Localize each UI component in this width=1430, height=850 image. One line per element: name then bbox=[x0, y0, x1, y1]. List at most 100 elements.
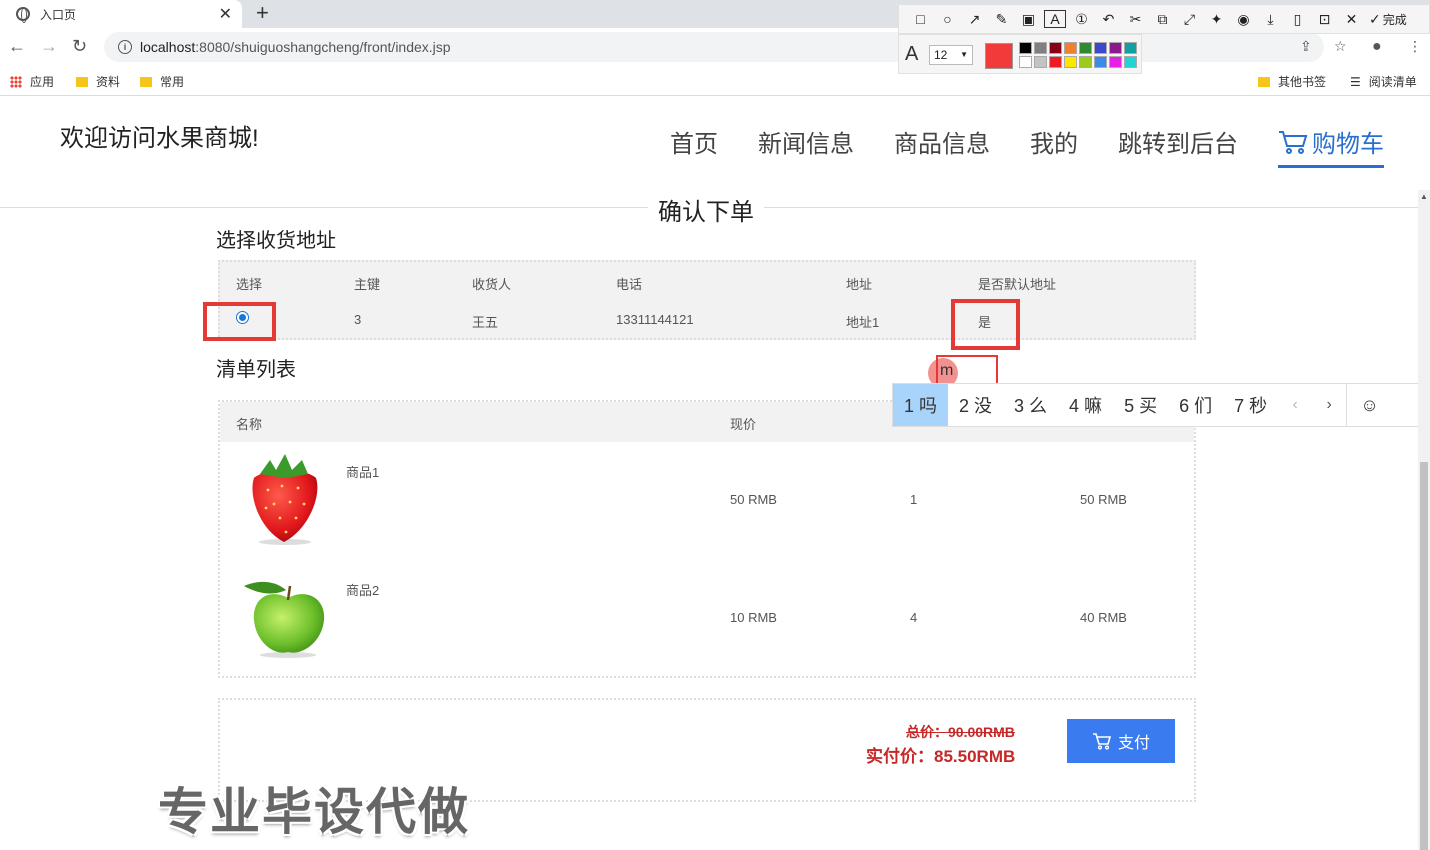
pin-icon[interactable]: ✦ bbox=[1203, 11, 1230, 28]
ime-candidate[interactable]: 6 们 bbox=[1168, 384, 1223, 426]
reload-icon[interactable]: ↻ bbox=[72, 36, 87, 57]
bookmark-other[interactable]: 其他书签 bbox=[1258, 73, 1326, 90]
color-swatch[interactable] bbox=[1109, 56, 1122, 68]
pay-button[interactable]: 支付 bbox=[1067, 719, 1175, 763]
ime-candidate[interactable]: 5 买 bbox=[1113, 384, 1168, 426]
folder-icon bbox=[140, 76, 152, 87]
ime-candidate[interactable]: 7 秒 bbox=[1223, 384, 1278, 426]
color-swatch[interactable] bbox=[1019, 42, 1032, 54]
color-swatch[interactable] bbox=[1049, 56, 1062, 68]
bookmark-folder-1[interactable]: 资料 bbox=[76, 73, 120, 90]
ime-pinyin: m bbox=[940, 362, 954, 379]
cell-receiver: 王五 bbox=[472, 315, 499, 330]
highlight-box-radio bbox=[203, 302, 276, 341]
nav-news[interactable]: 新闻信息 bbox=[758, 124, 854, 168]
color-swatch[interactable] bbox=[1064, 42, 1077, 54]
back-icon[interactable]: ← bbox=[8, 36, 26, 57]
row2-subtotal: 40 RMB bbox=[1080, 610, 1127, 625]
undo-icon[interactable]: ↶ bbox=[1095, 11, 1122, 28]
address-title: 选择收货地址 bbox=[216, 230, 336, 252]
profile-icon[interactable]: ● bbox=[1372, 38, 1382, 56]
color-swatch[interactable] bbox=[1064, 56, 1077, 68]
record-icon[interactable]: ◉ bbox=[1230, 11, 1257, 28]
color-swatch[interactable] bbox=[1079, 56, 1092, 68]
nav-cart[interactable]: 购物车 bbox=[1278, 124, 1384, 168]
font-size-select[interactable]: 12 bbox=[929, 45, 973, 65]
header-default: 是否默认地址 bbox=[978, 277, 1057, 292]
highlight-box-default bbox=[951, 299, 1020, 350]
emoji-icon[interactable]: ☺ bbox=[1346, 384, 1392, 426]
row2-name: 商品2 bbox=[346, 583, 380, 598]
header-price: 现价 bbox=[730, 417, 757, 432]
nav-cart-label: 购物车 bbox=[1312, 131, 1384, 158]
bookmark-icon[interactable]: ⊡ bbox=[1311, 11, 1338, 28]
main-nav: 首页 新闻信息 商品信息 我的 跳转到后台 购物车 bbox=[650, 124, 1404, 168]
color-swatch[interactable] bbox=[1079, 42, 1092, 54]
crop-icon[interactable]: ✂ bbox=[1122, 11, 1149, 28]
ime-candidate[interactable]: 2 没 bbox=[948, 384, 1003, 426]
phone-icon[interactable]: ▯ bbox=[1284, 11, 1311, 28]
watermark-text: 专业毕设代做 bbox=[158, 784, 470, 840]
cell-phone: 13311144121 bbox=[616, 312, 694, 327]
star-icon[interactable]: ☆ bbox=[1334, 38, 1347, 55]
info-icon[interactable]: i bbox=[118, 40, 132, 54]
color-swatch[interactable] bbox=[1094, 56, 1107, 68]
bookmark-label: 应用 bbox=[30, 75, 55, 89]
nav-products[interactable]: 商品信息 bbox=[894, 124, 990, 168]
mosaic-tool-icon[interactable]: ▣ bbox=[1015, 11, 1042, 28]
share-icon[interactable]: ⇪ bbox=[1300, 38, 1312, 55]
translate-icon[interactable]: ⧉ bbox=[1149, 11, 1176, 28]
cancel-icon[interactable]: ✕ bbox=[1338, 11, 1365, 28]
cart-icon bbox=[1279, 130, 1308, 154]
done-button[interactable]: ✓ 完成 bbox=[1369, 11, 1407, 28]
chevron-left-icon[interactable]: ‹ bbox=[1278, 396, 1312, 414]
ime-candidate[interactable]: 1 吗 bbox=[893, 384, 949, 426]
download-icon[interactable]: ⤓ bbox=[1257, 11, 1284, 28]
cell-address: 地址1 bbox=[846, 315, 880, 330]
close-icon[interactable]: ✕ bbox=[219, 4, 232, 24]
color-swatch[interactable] bbox=[1019, 56, 1032, 68]
color-swatch[interactable] bbox=[1049, 42, 1062, 54]
annotation-toolbar: □ ○ ↗ ✎ ▣ A ① ↶ ✂ ⧉ ⤢ ✦ ◉ ⤓ ▯ ⊡ ✕ ✓ 完成 bbox=[898, 4, 1430, 34]
color-swatch[interactable] bbox=[1034, 56, 1047, 68]
globe-icon bbox=[16, 7, 30, 23]
ime-candidate[interactable]: 4 嘛 bbox=[1058, 384, 1113, 426]
color-palette bbox=[1019, 42, 1137, 68]
rectangle-tool-icon[interactable]: □ bbox=[907, 11, 934, 27]
ellipse-tool-icon[interactable]: ○ bbox=[934, 11, 961, 27]
color-swatch[interactable] bbox=[1109, 42, 1122, 54]
header-select: 选择 bbox=[236, 277, 263, 292]
cart-icon bbox=[1092, 733, 1112, 750]
bookmarks-bar: 应用 资料 常用 其他书签 ☰ 阅读清单 bbox=[0, 66, 1430, 96]
chevron-right-icon[interactable]: › bbox=[1312, 396, 1346, 414]
bookmark-apps[interactable]: 应用 bbox=[10, 73, 54, 90]
color-swatch[interactable] bbox=[1124, 42, 1137, 54]
scroll-up-icon[interactable]: ▲ bbox=[1420, 192, 1428, 201]
menu-icon[interactable]: ⋮ bbox=[1408, 38, 1422, 55]
expand-icon[interactable]: ⤢ bbox=[1176, 11, 1203, 28]
row1-subtotal: 50 RMB bbox=[1080, 492, 1127, 507]
scrollbar-thumb[interactable] bbox=[1420, 462, 1428, 850]
color-swatch[interactable] bbox=[1034, 42, 1047, 54]
apps-grid-icon bbox=[10, 75, 22, 88]
forward-icon[interactable]: → bbox=[40, 36, 58, 57]
nav-admin[interactable]: 跳转到后台 bbox=[1118, 124, 1238, 168]
browser-tab[interactable]: 入口页 ✕ bbox=[0, 0, 242, 28]
row1-name: 商品1 bbox=[346, 465, 380, 480]
ime-candidate[interactable]: 3 么 bbox=[1003, 384, 1058, 426]
arrow-tool-icon[interactable]: ↗ bbox=[961, 11, 988, 28]
row2-qty: 4 bbox=[910, 610, 918, 625]
nav-home[interactable]: 首页 bbox=[670, 124, 718, 168]
folder-icon bbox=[1258, 76, 1270, 87]
text-tool-icon[interactable]: A bbox=[1044, 10, 1066, 28]
bookmark-label: 其他书签 bbox=[1278, 75, 1327, 89]
color-swatch[interactable] bbox=[1124, 56, 1137, 68]
pen-tool-icon[interactable]: ✎ bbox=[988, 11, 1015, 28]
current-color-swatch[interactable] bbox=[985, 43, 1013, 69]
bookmark-folder-2[interactable]: 常用 bbox=[140, 73, 184, 90]
color-swatch[interactable] bbox=[1094, 42, 1107, 54]
bookmark-reading-list[interactable]: ☰ 阅读清单 bbox=[1350, 73, 1417, 90]
nav-mine[interactable]: 我的 bbox=[1030, 124, 1078, 168]
new-tab-icon[interactable]: + bbox=[256, 0, 269, 26]
number-tool-icon[interactable]: ① bbox=[1068, 11, 1095, 28]
